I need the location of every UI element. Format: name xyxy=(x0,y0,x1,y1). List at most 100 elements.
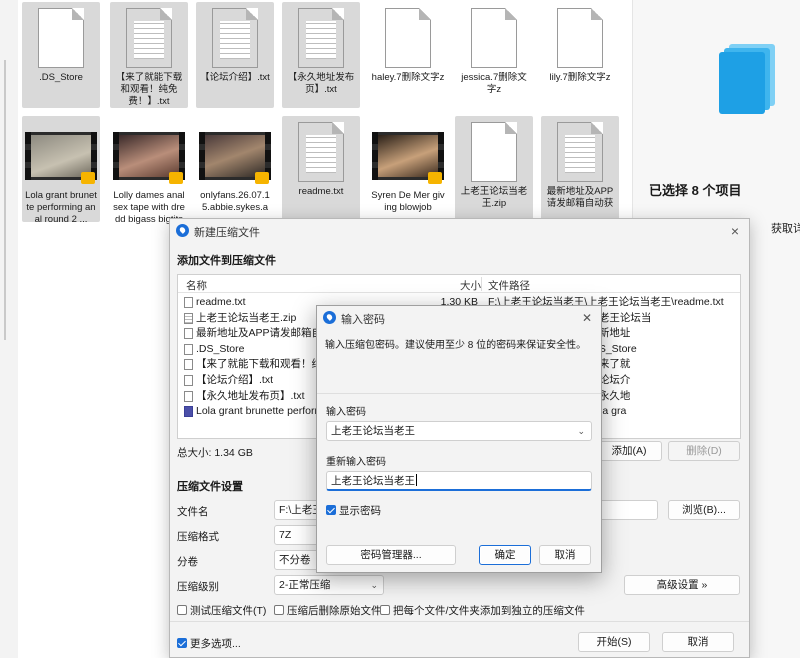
show-password-checkbox[interactable]: 显示密码 xyxy=(326,503,381,518)
separate-archives-checkbox[interactable]: 把每个文件/文件夹添加到独立的压缩文件 xyxy=(380,603,585,618)
close-icon[interactable]: ✕ xyxy=(577,308,597,328)
file-item[interactable]: readme.txt xyxy=(282,116,360,222)
file-item[interactable]: 【来了就能下载和观看！纯免费！】.txt xyxy=(110,2,188,108)
column-name[interactable]: 名称 xyxy=(186,278,207,293)
video-thumbnail xyxy=(113,132,185,184)
column-path[interactable]: 文件路径 xyxy=(488,278,530,293)
chevron-down-icon[interactable]: ⌄ xyxy=(577,422,585,440)
more-options-label: 更多选项... xyxy=(190,638,241,650)
file-item[interactable]: 上老王论坛当老王.zip xyxy=(455,116,533,222)
text-file-icon xyxy=(298,122,344,182)
level-value: 2-正常压缩 xyxy=(279,579,331,591)
format-label: 压缩格式 xyxy=(177,531,219,543)
selection-count: 已选择 8 个项目 xyxy=(649,183,742,198)
player-badge-icon xyxy=(81,172,95,184)
file-item[interactable]: onlyfans.26.07.15.abbie.sykes.a xyxy=(196,116,274,222)
text-cursor xyxy=(416,474,417,486)
video-thumbnail xyxy=(372,132,444,184)
password-divider xyxy=(317,393,601,394)
format-value: 7Z xyxy=(279,529,292,541)
details-link[interactable]: 获取详细信 xyxy=(771,220,800,236)
file-item[interactable]: lily.7删除文字z xyxy=(541,2,619,108)
blank-file-icon xyxy=(38,8,84,68)
level-select[interactable]: 2-正常压缩 ⌄ xyxy=(274,575,384,595)
test-archive-label: 测试压缩文件(T) xyxy=(190,605,267,617)
file-item[interactable]: 【永久地址发布页】.txt xyxy=(282,2,360,108)
browse-button[interactable]: 浏览(B)... xyxy=(668,500,740,520)
dialog-title: 新建压缩文件 xyxy=(194,227,260,239)
checkbox-box-checked xyxy=(177,638,187,648)
file-name: 上老王论坛当老王.zip xyxy=(460,186,528,209)
text-file-icon xyxy=(184,328,193,340)
level-label: 压缩级别 xyxy=(177,581,219,593)
main-cancel-button[interactable]: 取消 xyxy=(662,632,734,652)
split-label: 分卷 xyxy=(177,556,198,568)
file-name: 最新地址及APP请发邮箱自动获 xyxy=(546,186,614,209)
show-password-label: 显示密码 xyxy=(339,505,381,517)
file-name: 【论坛介绍】.txt xyxy=(200,72,270,83)
chevron-down-icon: ⌄ xyxy=(370,580,378,590)
text-file-icon xyxy=(298,8,344,68)
confirm-password-value: 上老王论坛当老王 xyxy=(331,475,415,487)
file-name: onlyfans.26.07.15.abbie.sykes.a xyxy=(200,190,270,213)
test-archive-checkbox[interactable]: 测试压缩文件(T) xyxy=(177,603,266,618)
total-size: 总大小: 1.34 GB xyxy=(177,447,253,459)
player-badge-icon xyxy=(169,172,183,184)
file-thumbnail xyxy=(38,8,84,68)
blank-file-icon xyxy=(557,8,603,68)
file-thumbnail xyxy=(212,8,258,68)
file-item[interactable]: .DS_Store xyxy=(22,2,100,108)
file-thumbnail xyxy=(298,122,344,182)
video-thumbnail xyxy=(199,132,271,184)
column-size[interactable]: 大小 xyxy=(460,278,481,293)
add-files-heading: 添加文件到压缩文件 xyxy=(177,255,276,267)
more-options-checkbox[interactable]: 更多选项... xyxy=(177,636,241,651)
password-cancel-button[interactable]: 取消 xyxy=(539,545,591,565)
enter-password-label: 输入密码 xyxy=(326,407,366,418)
bandizip-icon xyxy=(323,311,336,324)
start-button[interactable]: 开始(S) xyxy=(578,632,650,652)
confirm-password-input[interactable]: 上老王论坛当老王 xyxy=(326,471,592,491)
dialog-titlebar: 新建压缩文件 × xyxy=(170,219,749,243)
file-item[interactable]: Lola grant brunette performing anal roun… xyxy=(22,116,100,225)
file-item[interactable]: jessica.7删除文字z xyxy=(455,2,533,108)
password-dialog: 输入密码 ✕ 输入压缩包密码。建议使用至少 8 位的密码来保证安全性。 输入密码… xyxy=(316,305,602,573)
reenter-password-label: 重新输入密码 xyxy=(326,457,386,468)
ok-button[interactable]: 确定 xyxy=(479,545,531,565)
close-icon[interactable]: × xyxy=(725,221,745,241)
text-file-icon xyxy=(126,8,172,68)
file-thumbnail xyxy=(372,122,444,184)
password-manager-button[interactable]: 密码管理器... xyxy=(326,545,456,565)
split-value: 不分卷 xyxy=(279,554,311,566)
file-item[interactable]: 最新地址及APP请发邮箱自动获 xyxy=(541,116,619,222)
video-file-icon xyxy=(184,406,193,418)
file-thumbnail xyxy=(199,122,271,184)
file-item[interactable]: Lolly dames anal sex tape with dredd big… xyxy=(110,116,188,225)
file-name: haley.7删除文字z xyxy=(371,72,445,83)
zip-file-icon xyxy=(184,312,193,324)
file-thumbnail xyxy=(113,122,185,184)
file-item[interactable]: haley.7删除文字z xyxy=(369,2,447,108)
file-thumbnail xyxy=(298,8,344,68)
password-value: 上老王论坛当老王 xyxy=(331,425,415,437)
password-input[interactable]: 上老王论坛当老王 ⌄ xyxy=(326,421,592,441)
footer-divider xyxy=(170,621,749,622)
text-file-icon xyxy=(184,390,193,402)
text-file-icon xyxy=(184,375,193,386)
file-name: 【来了就能下载和观看！纯免费！】.txt xyxy=(115,72,183,107)
file-name: Lola grant brunette performing anal roun… xyxy=(25,190,97,225)
delete-after-checkbox[interactable]: 压缩后删除原始文件 xyxy=(274,603,382,618)
text-file-icon xyxy=(557,122,603,182)
delete-button[interactable]: 删除(D) xyxy=(668,441,740,461)
player-badge-icon xyxy=(428,172,442,184)
file-thumbnail xyxy=(557,8,603,68)
file-name: 【永久地址发布页】.txt xyxy=(287,72,355,95)
add-button[interactable]: 添加(A) xyxy=(596,441,662,461)
file-item[interactable]: Syren De Mer giving blowjob xyxy=(369,116,447,222)
advanced-settings-button[interactable]: 高级设置 » xyxy=(624,575,740,595)
checkbox-box xyxy=(274,605,284,615)
text-file-icon xyxy=(184,297,193,308)
file-name: Syren De Mer giving blowjob xyxy=(371,190,445,213)
scrollbar[interactable] xyxy=(4,60,6,340)
file-item[interactable]: 【论坛介绍】.txt xyxy=(196,2,274,108)
